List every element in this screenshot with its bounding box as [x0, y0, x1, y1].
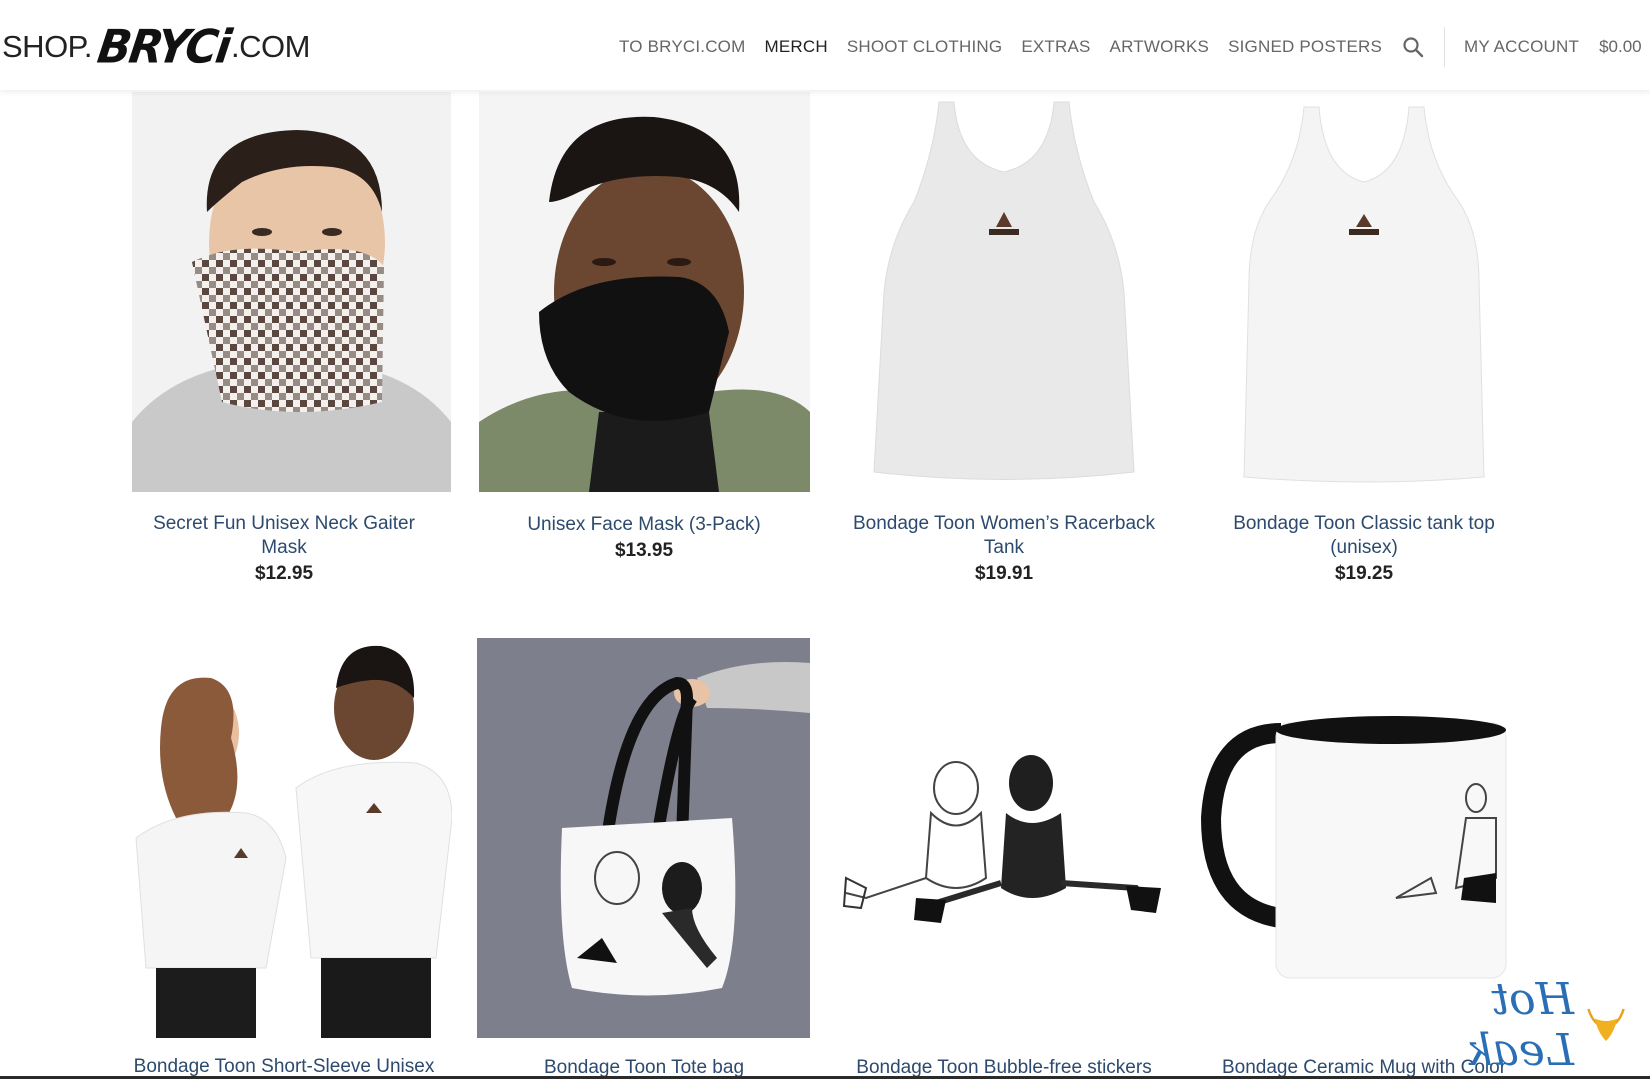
nav-to-bryci[interactable]: TO BRYCI.COM [619, 37, 745, 57]
product-image[interactable] [477, 638, 810, 1038]
product-image[interactable] [1194, 92, 1534, 492]
product-image[interactable] [479, 92, 810, 492]
watermark-text: Hot Leak [1465, 974, 1574, 1076]
nav-signed-posters[interactable]: SIGNED POSTERS [1228, 37, 1382, 57]
product-image[interactable] [116, 638, 452, 1038]
site-header: SHOP. BRYCi .COM TO BRYCI.COM MERCH SHOO… [0, 0, 1650, 90]
product-title[interactable]: Bondage Toon Women’s Racerback Tank [824, 512, 1184, 560]
nav-shoot-clothing[interactable]: SHOOT CLOTHING [847, 37, 1003, 57]
product-price: $19.91 [974, 563, 1034, 584]
product-price: $19.25 [1334, 563, 1394, 584]
main-nav: TO BRYCI.COM MERCH SHOOT CLOTHING EXTRAS… [619, 27, 1642, 67]
product-title[interactable]: Bondage Toon Classic tank top (unisex) [1184, 512, 1544, 560]
nav-merch[interactable]: MERCH [764, 37, 827, 57]
watermark-icon [1587, 1008, 1625, 1042]
product-image[interactable] [836, 638, 1172, 1038]
logo-prefix: SHOP. [2, 29, 92, 64]
watermark-logo: Hot Leak [1410, 974, 1630, 1076]
nav-divider [1444, 27, 1446, 67]
search-icon[interactable] [1402, 36, 1424, 58]
site-logo[interactable]: SHOP. BRYCi .COM [2, 20, 310, 74]
product-price: $12.95 [254, 563, 314, 584]
product-price: $13.95 [614, 540, 674, 561]
product-title[interactable]: Secret Fun Unisex Neck Gaiter Mask [104, 512, 464, 560]
product-image[interactable] [132, 92, 451, 492]
logo-suffix: .COM [231, 29, 310, 64]
nav-artworks[interactable]: ARTWORKS [1110, 37, 1210, 57]
my-account-link[interactable]: MY ACCOUNT [1464, 37, 1579, 57]
logo-brand: BRYCi [94, 20, 233, 74]
product-image[interactable] [834, 92, 1174, 492]
product-title[interactable]: Unisex Face Mask (3-Pack) [464, 513, 824, 537]
cart-total[interactable]: $0.00 [1599, 37, 1642, 57]
nav-extras[interactable]: EXTRAS [1021, 37, 1090, 57]
